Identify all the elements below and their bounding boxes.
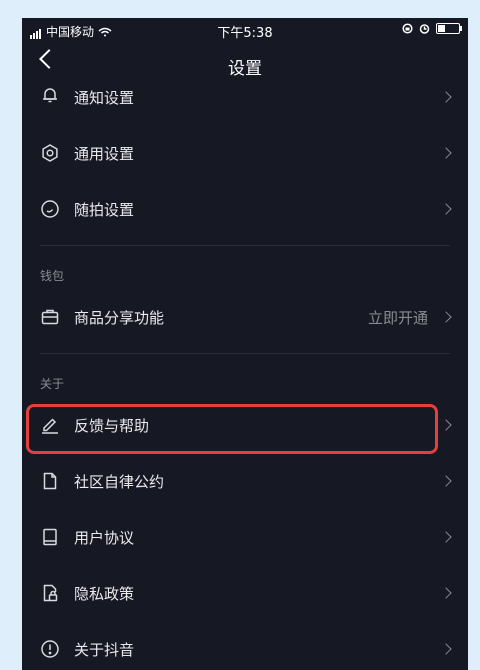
lock-rotation-icon bbox=[402, 23, 413, 34]
settings-item-privacy[interactable]: 隐私政策 bbox=[22, 565, 468, 621]
settings-item-label: 社区自律公约 bbox=[74, 472, 165, 491]
settings-item-snapshot[interactable]: 随拍设置 bbox=[22, 181, 468, 237]
chevron-right-icon bbox=[440, 475, 452, 487]
settings-item-general[interactable]: 通用设置 bbox=[22, 125, 468, 181]
settings-item-label: 通用设置 bbox=[74, 144, 135, 163]
settings-item-about[interactable]: 关于抖音 bbox=[22, 621, 468, 670]
settings-item-label: 通知设置 bbox=[74, 88, 135, 107]
briefcase-icon bbox=[41, 309, 59, 325]
chevron-right-icon bbox=[440, 147, 452, 159]
document-icon bbox=[43, 472, 57, 490]
settings-item-label: 用户协议 bbox=[74, 528, 135, 547]
activate-now-link[interactable]: 立即开通 bbox=[368, 307, 428, 328]
settings-item-notifications[interactable]: 通知设置 bbox=[22, 69, 468, 125]
book-icon bbox=[43, 528, 57, 546]
chevron-right-icon bbox=[440, 91, 452, 103]
gear-icon bbox=[42, 144, 58, 162]
section-about-title: 关于 bbox=[40, 377, 65, 391]
bell-icon bbox=[43, 88, 57, 103]
divider bbox=[40, 245, 450, 246]
alarm-icon bbox=[419, 24, 430, 34]
status-bar: 中国移动 下午5:38 bbox=[22, 18, 468, 44]
chevron-right-icon bbox=[440, 643, 452, 655]
settings-item-label: 商品分享功能 bbox=[74, 308, 165, 327]
chevron-right-icon bbox=[440, 531, 452, 543]
snapshot-icon bbox=[41, 200, 59, 218]
chevron-right-icon bbox=[440, 203, 452, 215]
battery-icon bbox=[436, 23, 462, 34]
settings-item-label: 隐私政策 bbox=[74, 584, 135, 603]
info-icon bbox=[41, 640, 59, 658]
divider bbox=[40, 353, 450, 354]
highlight-box bbox=[26, 404, 438, 454]
phone-screen: 中国移动 下午5:38 设置 通知设置 通用设置 随拍设置 钱包 商品分享功能 … bbox=[22, 18, 468, 670]
section-wallet-title: 钱包 bbox=[40, 269, 65, 283]
status-right bbox=[402, 23, 462, 34]
settings-item-user-agreement[interactable]: 用户协议 bbox=[22, 509, 468, 565]
settings-item-label: 关于抖音 bbox=[74, 640, 135, 659]
settings-item-product-share[interactable]: 商品分享功能 立即开通 bbox=[22, 289, 468, 345]
chevron-right-icon bbox=[440, 419, 452, 431]
chevron-right-icon bbox=[440, 587, 452, 599]
settings-item-label: 随拍设置 bbox=[74, 200, 135, 219]
settings-item-community[interactable]: 社区自律公约 bbox=[22, 453, 468, 509]
chevron-right-icon bbox=[440, 311, 452, 323]
privacy-lock-icon bbox=[43, 584, 58, 602]
